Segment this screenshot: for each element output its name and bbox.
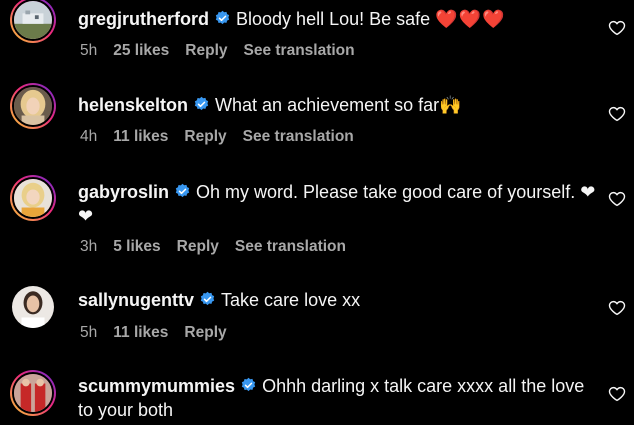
see-translation-button[interactable]: See translation [235,237,346,257]
heart-outline-icon[interactable] [608,105,626,123]
avatar-image [12,286,54,328]
comment-body: helenskelton What an achievement so far🙌 [78,93,598,117]
comment-time: 5h [80,324,98,341]
likes-count[interactable]: 25 likes [113,41,169,61]
likes-count[interactable]: 5 likes [113,237,160,257]
username[interactable]: helenskelton [78,95,188,115]
username[interactable]: gregjrutherford [78,9,209,29]
avatar[interactable] [10,370,56,416]
verified-badge-icon [240,377,257,394]
comment-time: 3h [80,238,98,255]
reply-button[interactable]: Reply [177,237,219,257]
comment-meta: 5h 25 likes Reply See translation [80,41,371,61]
verified-badge-icon [193,96,210,113]
heart-outline-icon[interactable] [608,190,626,208]
likes-count[interactable]: 11 likes [113,127,168,147]
comment-text: Bloody hell Lou! Be safe [236,9,436,29]
heart-outline-icon[interactable] [608,299,626,317]
verified-badge-icon [174,183,191,200]
comment-body: scummymummies Ohhh darling x talk care xx… [78,374,598,422]
avatar[interactable] [12,286,54,328]
verified-badge-icon [199,291,216,308]
username[interactable]: gabyroslin [78,182,169,202]
reply-button[interactable]: Reply [184,323,226,343]
username[interactable]: sallynugenttv [78,290,194,310]
comment-time: 5h [80,42,98,59]
username[interactable]: scummymummies [78,376,235,396]
see-translation-button[interactable]: See translation [244,41,355,61]
heart-outline-icon[interactable] [608,385,626,403]
reply-button[interactable]: Reply [185,41,227,61]
comment-text: Take care love xx [221,290,361,310]
avatar[interactable] [10,0,56,43]
avatar[interactable] [10,83,56,129]
comment-emoji: ❤️❤️❤️ [435,9,506,29]
comment-emoji: 🙌 [439,95,462,115]
comment-meta: 3h 5 likes Reply See translation [80,237,362,257]
avatar-image [12,177,54,219]
comment-body: gabyroslin Oh my word. Please take good c… [78,180,598,228]
avatar-image [12,372,54,414]
comment-body: gregjrutherford Bloody hell Lou! Be safe … [78,7,598,31]
see-translation-button[interactable]: See translation [243,127,354,147]
comment-text: What an achievement so far [215,95,440,115]
avatar-image [12,0,54,41]
heart-outline-icon[interactable] [608,19,626,37]
likes-count[interactable]: 11 likes [113,323,168,343]
comment-text: Oh my word. Please take good care of you… [196,182,581,202]
comment-meta: 5h 11 likes Reply [80,323,243,343]
comment-body: sallynugenttv Take care love xx [78,288,598,312]
avatar[interactable] [10,175,56,221]
comment-meta: 4h 11 likes Reply See translation [80,127,370,147]
comment-time: 4h [80,128,98,145]
reply-button[interactable]: Reply [184,127,226,147]
verified-badge-icon [214,10,231,27]
avatar-image [12,85,54,127]
